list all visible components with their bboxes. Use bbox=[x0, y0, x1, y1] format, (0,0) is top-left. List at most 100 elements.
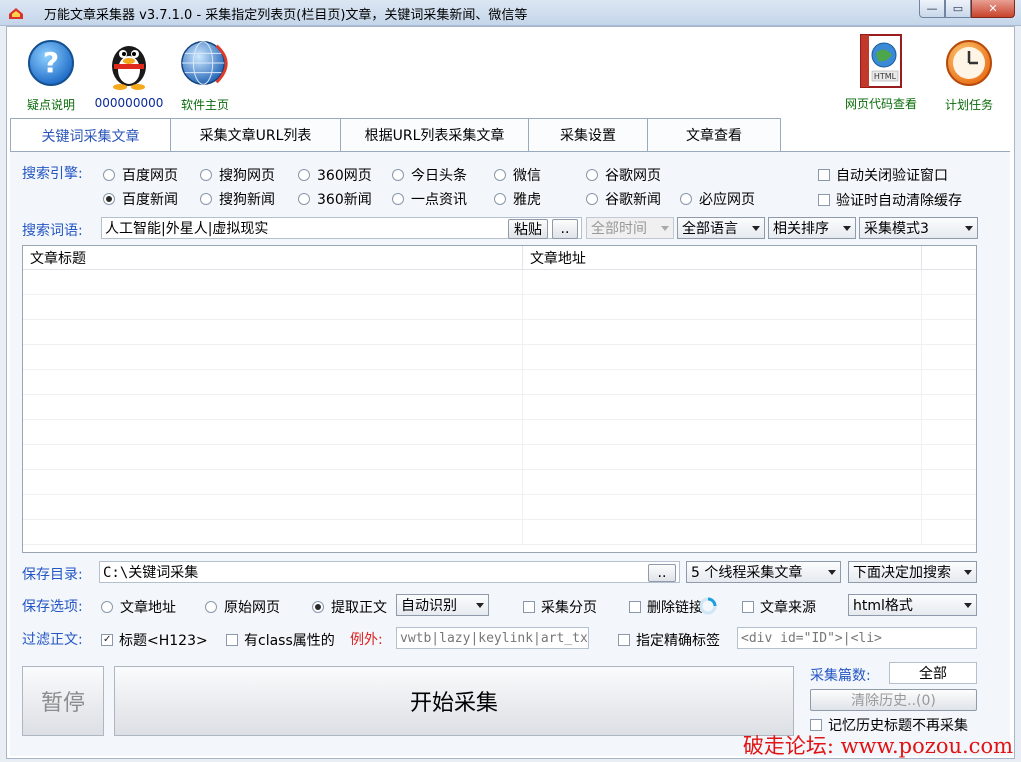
language-select[interactable]: 全部语言 bbox=[677, 217, 765, 239]
col-article-url[interactable]: 文章地址 bbox=[523, 246, 923, 269]
help-icon: ? bbox=[24, 36, 78, 90]
table-row bbox=[23, 495, 976, 520]
schedule-tool[interactable]: 计划任务 bbox=[924, 36, 1014, 113]
radio-google-web[interactable]: 谷歌网页 bbox=[586, 165, 661, 185]
radio-sogou-news[interactable]: 搜狗新闻 bbox=[200, 189, 275, 209]
window-controls: — ▭ ✕ bbox=[919, 0, 1015, 18]
minimize-button[interactable]: — bbox=[919, 0, 945, 18]
paste-button[interactable]: 粘贴 bbox=[508, 219, 548, 239]
svg-text:?: ? bbox=[43, 46, 59, 79]
search-more-button[interactable]: .. bbox=[552, 219, 578, 239]
chevron-down-icon bbox=[828, 569, 836, 575]
tab-keyword-collect[interactable]: 关键词采集文章 bbox=[10, 118, 171, 152]
globe-icon bbox=[178, 36, 232, 90]
table-row bbox=[23, 345, 976, 370]
clear-history-button[interactable]: 清除历史..(0) bbox=[810, 689, 977, 711]
time-select[interactable]: 全部时间 bbox=[586, 217, 674, 239]
mode-select[interactable]: 采集模式3 bbox=[859, 217, 978, 239]
auto-detect-select[interactable]: 自动识别 bbox=[396, 594, 489, 616]
pause-button[interactable]: 暂停 bbox=[22, 666, 104, 736]
title-bar: 万能文章采集器 v3.7.1.0 - 采集指定列表页(栏目页)文章，关键词采集新… bbox=[0, 0, 1021, 26]
html-view-tool[interactable]: HTML 网页代码查看 bbox=[836, 32, 926, 112]
article-grid[interactable]: 文章标题 文章地址 bbox=[22, 245, 977, 553]
html-view-label: 网页代码查看 bbox=[844, 97, 917, 111]
home-tool[interactable]: 软件主页 bbox=[160, 36, 250, 113]
close-button[interactable]: ✕ bbox=[971, 0, 1015, 18]
table-row bbox=[23, 295, 976, 320]
decide-search-select[interactable]: 下面决定加搜索 bbox=[848, 561, 977, 583]
html-file-icon: HTML bbox=[854, 32, 908, 90]
chevron-down-icon bbox=[843, 225, 851, 231]
sort-select[interactable]: 相关排序 bbox=[768, 217, 856, 239]
html-icon-text: HTML bbox=[874, 72, 897, 81]
browse-dir-button[interactable]: .. bbox=[648, 564, 676, 582]
table-row bbox=[23, 470, 976, 495]
chevron-down-icon bbox=[964, 602, 972, 608]
radio-yidian[interactable]: 一点资讯 bbox=[392, 189, 467, 209]
search-label: 搜索词语: bbox=[22, 223, 83, 239]
tab-settings[interactable]: 采集设置 bbox=[528, 118, 648, 151]
tab-url-list[interactable]: 采集文章URL列表 bbox=[170, 118, 341, 151]
save-opts-label: 保存选项: bbox=[22, 599, 83, 615]
check-close-verify[interactable]: 自动关闭验证窗口 bbox=[818, 165, 948, 185]
app-icon bbox=[9, 8, 23, 19]
loading-spinner-icon bbox=[699, 597, 717, 615]
radio-sogou-web[interactable]: 搜狗网页 bbox=[200, 165, 275, 185]
table-row bbox=[23, 395, 976, 420]
col-extra bbox=[922, 246, 976, 269]
help-tool[interactable]: ? 疑点说明 bbox=[6, 36, 96, 113]
radio-save-raw[interactable]: 原始网页 bbox=[205, 597, 280, 617]
tab-collect-by-url[interactable]: 根据URL列表采集文章 bbox=[340, 118, 529, 151]
except-input[interactable]: vwtb|lazy|keylink|art_tx bbox=[396, 627, 589, 649]
clock-icon bbox=[942, 36, 996, 90]
chevron-down-icon bbox=[752, 225, 760, 231]
check-clear-cache[interactable]: 验证时自动清除缓存 bbox=[818, 190, 962, 210]
radio-google-news[interactable]: 谷歌新闻 bbox=[586, 189, 661, 209]
radio-weixin[interactable]: 微信 bbox=[494, 165, 541, 185]
maximize-button[interactable]: ▭ bbox=[945, 0, 971, 18]
table-row bbox=[23, 370, 976, 395]
check-class-attr[interactable]: 有class属性的 bbox=[226, 630, 335, 650]
radio-360-news[interactable]: 360新闻 bbox=[298, 189, 372, 209]
watermark-text: 破走论坛: www.pozou.com bbox=[742, 734, 1013, 758]
threads-select[interactable]: 5 个线程采集文章 bbox=[686, 561, 841, 583]
tab-bar: 关键词采集文章 采集文章URL列表 根据URL列表采集文章 采集设置 文章查看 bbox=[10, 118, 781, 152]
radio-yahoo[interactable]: 雅虎 bbox=[494, 189, 541, 209]
save-dir-label: 保存目录: bbox=[22, 567, 83, 583]
chevron-down-icon bbox=[476, 602, 484, 608]
save-dir-input[interactable]: C:\关键词采集 bbox=[99, 561, 680, 583]
grid-header: 文章标题 文章地址 bbox=[23, 246, 976, 270]
table-row bbox=[23, 320, 976, 345]
table-row bbox=[23, 420, 976, 445]
tab-article-view[interactable]: 文章查看 bbox=[647, 118, 781, 151]
start-collect-button[interactable]: 开始采集 bbox=[114, 666, 794, 736]
radio-360-web[interactable]: 360网页 bbox=[298, 165, 372, 185]
home-label: 软件主页 bbox=[180, 98, 229, 112]
filter-label: 过滤正文: bbox=[22, 632, 83, 648]
chevron-down-icon bbox=[964, 569, 972, 575]
radio-bing-web[interactable]: 必应网页 bbox=[680, 189, 755, 209]
qq-penguin-icon bbox=[102, 36, 156, 90]
radio-toutiao[interactable]: 今日头条 bbox=[392, 165, 467, 185]
col-article-title[interactable]: 文章标题 bbox=[23, 246, 523, 269]
check-title-tag[interactable]: 标题<H123> bbox=[101, 630, 208, 650]
window-title: 万能文章采集器 v3.7.1.0 - 采集指定列表页(栏目页)文章，关键词采集新… bbox=[44, 8, 528, 23]
radio-save-extract[interactable]: 提取正文 bbox=[312, 597, 387, 617]
radio-baidu-news[interactable]: 百度新闻 bbox=[103, 189, 178, 209]
check-paging[interactable]: 采集分页 bbox=[523, 597, 597, 617]
table-row bbox=[23, 520, 976, 545]
check-source[interactable]: 文章来源 bbox=[742, 597, 816, 617]
except-label: 例外: bbox=[350, 632, 383, 648]
schedule-label: 计划任务 bbox=[944, 98, 993, 112]
count-input[interactable]: 全部 bbox=[889, 662, 977, 684]
table-row bbox=[23, 445, 976, 470]
count-label: 采集篇数: bbox=[810, 668, 871, 684]
format-select[interactable]: html格式 bbox=[848, 594, 977, 616]
check-precise-tag[interactable]: 指定精确标签 bbox=[618, 630, 720, 650]
precise-tag-input[interactable]: <div id="ID">|<li> bbox=[737, 627, 977, 649]
radio-save-url[interactable]: 文章地址 bbox=[101, 597, 176, 617]
radio-baidu-web[interactable]: 百度网页 bbox=[103, 165, 178, 185]
chevron-down-icon bbox=[661, 225, 669, 231]
check-remove-links[interactable]: 删除链接 bbox=[629, 597, 703, 617]
engine-label: 搜索引擎: bbox=[22, 166, 83, 182]
